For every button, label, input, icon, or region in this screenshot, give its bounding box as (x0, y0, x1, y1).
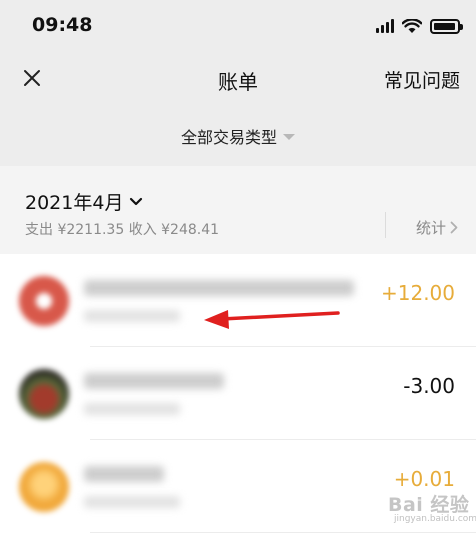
status-time: 09:48 (32, 14, 93, 36)
battery-icon (430, 18, 463, 34)
transaction-time-redacted (84, 496, 180, 508)
transaction-type-filter[interactable]: 全部交易类型 (0, 124, 476, 148)
month-totals: 支出 ¥2211.35 收入 ¥248.41 (25, 222, 220, 238)
transaction-list: +12.00 -3.00 +0.01 (0, 254, 476, 533)
avatar (19, 462, 69, 512)
month-selector[interactable]: 2021年4月 (25, 188, 143, 215)
transaction-amount: +0.01 (393, 467, 455, 491)
faq-link[interactable]: 常见问题 (384, 66, 460, 93)
status-icons (376, 16, 463, 36)
transaction-row[interactable]: +12.00 (0, 254, 476, 347)
chevron-right-icon (450, 221, 458, 234)
divider (385, 212, 386, 238)
merchant-name-redacted (84, 280, 354, 296)
filter-bar: 全部交易类型 (0, 108, 476, 166)
wifi-icon (402, 18, 422, 33)
merchant-name-redacted (84, 373, 224, 389)
stats-button[interactable]: 统计 (416, 217, 458, 238)
avatar (19, 369, 69, 419)
caret-down-icon (283, 134, 295, 140)
month-label: 2021年4月 (25, 192, 124, 214)
header-bar: 账单 常见问题 (0, 50, 476, 108)
filter-label: 全部交易类型 (180, 128, 277, 147)
transaction-row[interactable]: +0.01 (0, 440, 476, 533)
transaction-time-redacted (84, 310, 180, 322)
row-divider (90, 532, 476, 533)
stats-label: 统计 (415, 219, 446, 237)
transaction-row[interactable]: -3.00 (0, 347, 476, 440)
chevron-down-icon (130, 197, 143, 205)
signal-icon (376, 19, 394, 33)
transaction-amount: -3.00 (403, 374, 455, 398)
avatar (19, 276, 69, 326)
transaction-time-redacted (84, 403, 180, 415)
merchant-name-redacted (84, 466, 164, 482)
transaction-amount: +12.00 (380, 281, 455, 305)
status-bar: 09:48 (0, 0, 476, 50)
month-summary: 2021年4月 支出 ¥2211.35 收入 ¥248.41 统计 (0, 166, 476, 254)
